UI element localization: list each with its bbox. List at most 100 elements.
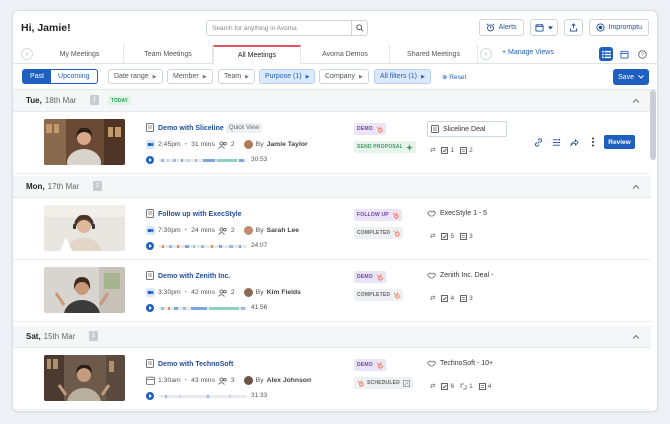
calendar-add-button[interactable] [529, 19, 558, 36]
play-button[interactable] [146, 304, 154, 312]
list-view-icon [601, 50, 611, 58]
team-label: Team [224, 73, 242, 80]
share-button[interactable] [568, 136, 581, 149]
tab-all-meetings[interactable]: All Meetings [213, 45, 301, 65]
meeting-duration: 24 mins [191, 227, 215, 234]
manage-views-link[interactable]: + Manage Views [502, 49, 554, 56]
upload-button[interactable] [563, 19, 583, 36]
date-range-label: Date range [114, 73, 149, 80]
deal-name[interactable]: ExecStyle 1 - 5 [440, 210, 487, 217]
quick-view-button[interactable]: Quick View [226, 123, 262, 133]
date-range-filter[interactable]: Date range ▶ [108, 69, 163, 84]
scrollbar[interactable] [650, 90, 656, 160]
notes-icon [478, 382, 486, 390]
meeting-thumbnail[interactable] [44, 205, 125, 251]
recording-duration: 24:07 [251, 242, 268, 249]
recording-timeline[interactable] [159, 307, 247, 310]
tab-shared-meetings[interactable]: Shared Meetings [390, 45, 478, 64]
impromptu-button[interactable]: Impromptu [588, 19, 649, 36]
meeting-title[interactable]: Demo with Zenith Inc. [158, 273, 230, 280]
transcript-button[interactable] [550, 136, 563, 149]
recording-timeline[interactable] [159, 159, 247, 162]
tab-avoma-demos[interactable]: Avoma Demos [301, 45, 390, 64]
meeting-thumbnail[interactable] [44, 355, 125, 401]
play-button[interactable] [146, 156, 154, 164]
video-call-icon [146, 288, 155, 297]
chevron-up-icon[interactable] [631, 332, 641, 342]
recording-timeline[interactable] [159, 395, 247, 398]
save-button[interactable]: Save [613, 69, 649, 85]
meeting-thumbnail[interactable] [44, 267, 125, 313]
meeting-meta: 3:30pm • 42 mins 2 By Kim Fields [146, 288, 301, 297]
purpose-filter[interactable]: Purpose (1) ▶ [259, 69, 316, 84]
by-label: By [255, 141, 264, 148]
meeting-type-icon [146, 359, 154, 368]
attendees-icon [218, 226, 227, 235]
help-button[interactable]: ? [635, 47, 649, 61]
caret-right-icon: ▶ [305, 73, 310, 80]
play-button[interactable] [146, 242, 154, 250]
play-button[interactable] [146, 392, 154, 400]
search-box[interactable]: Search for anything in Avoma [206, 20, 368, 36]
search-button[interactable] [351, 21, 367, 35]
chevron-right-icon: › [484, 50, 488, 58]
past-toggle[interactable]: Past [23, 70, 52, 83]
meeting-list: Tue, 18th Mar 1 TODAY Demo with Sliceline… [13, 90, 651, 411]
more-options-button[interactable] [586, 136, 599, 149]
meeting-row[interactable]: Demo with TechnoSoft 1:30am • 43 mins 3 B… [13, 348, 651, 410]
meeting-type-icon [146, 271, 154, 280]
attendee-count: 2 [230, 141, 235, 148]
tabs-scroll-right-button[interactable]: › [480, 48, 492, 60]
deal-name[interactable]: TechnoSoft - 10+ [440, 360, 493, 367]
svg-text:?: ? [641, 52, 644, 58]
hubspot-icon [393, 291, 400, 299]
linked-items-icon [460, 383, 467, 389]
tab-team-meetings[interactable]: Team Meetings [124, 45, 213, 64]
chevron-up-icon[interactable] [631, 182, 641, 192]
deal-info: Sliceline Deal [431, 125, 485, 133]
tabs-scroll-left-button[interactable]: ‹ [21, 48, 33, 60]
meeting-row[interactable]: Demo with Sliceline Quick View 2:45pm • 3… [13, 112, 651, 174]
upcoming-toggle[interactable]: Upcoming [51, 70, 97, 83]
chevron-down-icon [638, 75, 644, 79]
alerts-button[interactable]: Alerts [478, 19, 524, 36]
chevron-up-icon[interactable] [631, 96, 641, 106]
play-icon [149, 244, 152, 248]
meeting-title[interactable]: Demo with Sliceline [158, 125, 224, 132]
meeting-thumbnail[interactable] [44, 119, 125, 165]
deal-name[interactable]: Sliceline Deal [443, 126, 485, 133]
purpose-text: DEMO [357, 362, 373, 368]
search-input[interactable]: Search for anything in Avoma [207, 25, 351, 32]
day-date: 18th Mar [44, 96, 77, 105]
company-filter[interactable]: Company ▶ [319, 69, 369, 84]
member-filter[interactable]: Member ▶ [167, 69, 213, 84]
meeting-duration: 31 mins [191, 141, 215, 148]
recording-timeline[interactable] [159, 245, 247, 248]
notes-count: 2 [469, 146, 473, 154]
reset-button[interactable]: ⊗ Reset [442, 73, 466, 81]
meeting-time: 2:45pm [158, 141, 181, 148]
status-text: COMPLETED [357, 292, 391, 298]
tasks-count: 4 [450, 294, 455, 302]
meeting-title[interactable]: Follow up with ExecStyle [158, 211, 242, 218]
meeting-row[interactable]: Follow up with ExecStyle 7:30pm • 24 mins… [13, 198, 651, 260]
status-badge: COMPLETED [354, 227, 404, 239]
day-count: 2 [93, 181, 102, 191]
meeting-title[interactable]: Demo with TechnoSoft [158, 361, 233, 368]
meeting-row[interactable]: Demo with Zenith Inc. 3:30pm • 42 mins 2 … [13, 260, 651, 322]
by-label: By [255, 377, 264, 384]
record-icon [595, 23, 605, 32]
list-view-button[interactable] [599, 47, 613, 61]
meeting-meta: 2:45pm • 31 mins 2 By Jamie Taylor [146, 140, 308, 149]
deal-name[interactable]: Zenith Inc. Deal - [440, 272, 493, 279]
team-filter[interactable]: Team ▶ [218, 69, 255, 84]
review-button[interactable]: Review [604, 135, 635, 149]
meeting-type-icon [146, 209, 154, 218]
by-label: By [255, 227, 264, 234]
tab-my-meetings[interactable]: My Meetings [36, 45, 124, 64]
calendar-view-button[interactable] [617, 47, 631, 61]
day-header: Mon, 17th Mar 2 [13, 176, 651, 198]
all-filters-button[interactable]: All filters (1) ▶ [374, 69, 431, 84]
copy-link-button[interactable] [532, 136, 545, 149]
meeting-counts: ⇄ 6 1 4 [430, 382, 491, 390]
